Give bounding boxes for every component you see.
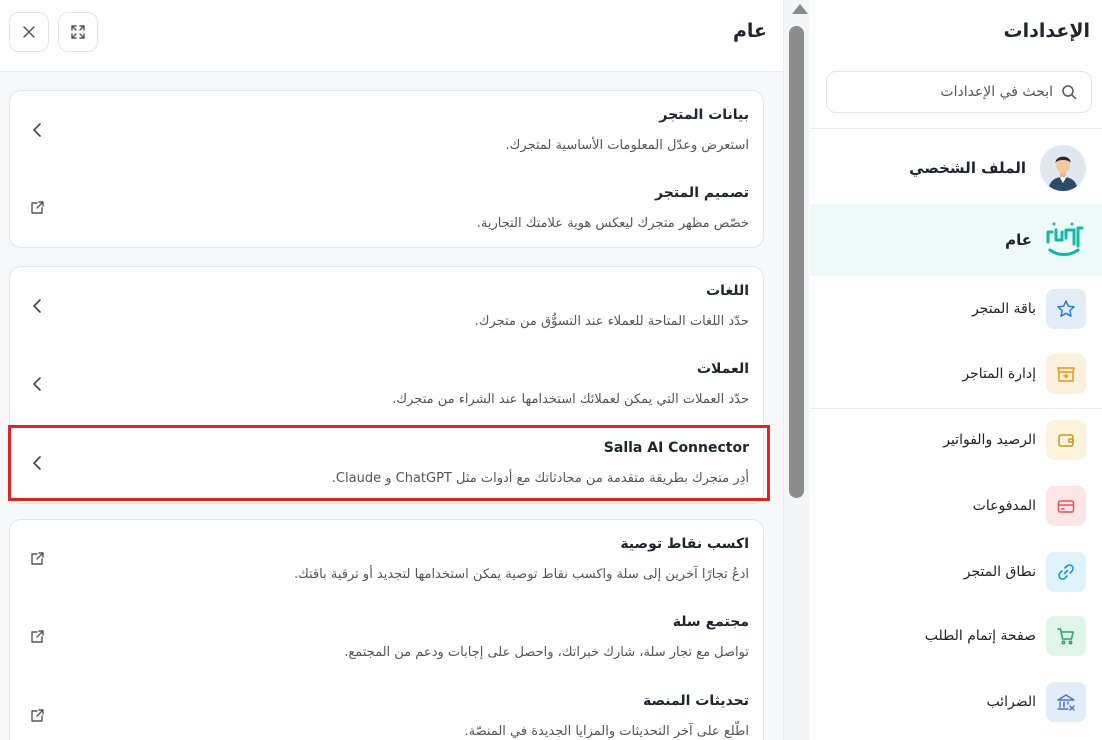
card-icon	[1046, 486, 1086, 526]
row-description: حدّد اللغات المتاحة للعملاء عند التسوُّق…	[474, 314, 749, 329]
row-description: تواصل مع تجار سلة، شارك خبراتك، واحصل عل…	[344, 645, 749, 660]
close-button[interactable]	[9, 12, 49, 52]
sidebar-item-label: الضرائب	[986, 694, 1036, 710]
row-title: العملات	[696, 361, 749, 377]
external-link-icon[interactable]	[28, 628, 46, 646]
sidebar-title: الإعدادات	[1003, 20, 1090, 42]
highlight-box	[8, 425, 770, 501]
external-link-icon[interactable]	[28, 199, 46, 217]
link-icon	[1046, 552, 1086, 592]
settings-row-currencies[interactable]: العملات حدّد العملات التي يمكن لعملائك ا…	[10, 345, 765, 423]
settings-row-referral[interactable]: اكسب نقاط توصية ادعُ تجارًا آخرين إلى سل…	[10, 520, 765, 598]
sidebar-item-label: صفحة إتمام الطلب	[924, 628, 1036, 644]
row-title: بيانات المتجر	[659, 107, 749, 123]
external-link-icon[interactable]	[28, 707, 46, 725]
profile-label: الملف الشخصي	[909, 159, 1026, 177]
wallet-icon	[1046, 420, 1086, 460]
scroll-thumb[interactable]	[789, 26, 804, 498]
sidebar-item-label: عام	[1005, 231, 1032, 249]
row-description: حدّد العملات التي يمكن لعملائك استخدامها…	[392, 392, 749, 407]
chevron-left-icon[interactable]	[28, 297, 46, 315]
sidebar-item-store-management[interactable]: إدارة المتاجر	[810, 342, 1102, 406]
star-icon	[1046, 289, 1086, 329]
search-icon	[1062, 85, 1077, 100]
sidebar-item-payments[interactable]: المدفوعات	[810, 474, 1102, 538]
row-title: تصميم المتجر	[655, 185, 749, 201]
store-manage-icon	[1046, 354, 1086, 394]
scrollbar[interactable]	[783, 0, 809, 740]
settings-row-store-data[interactable]: بيانات المتجر استعرض وعدّل المعلومات الأ…	[10, 91, 765, 169]
settings-row-languages[interactable]: اللغات حدّد اللغات المتاحة للعملاء عند ا…	[10, 267, 765, 345]
expand-button[interactable]	[58, 12, 98, 52]
sidebar-item-store-plan[interactable]: باقة المتجر	[810, 277, 1102, 341]
settings-window: عام بيانات المتجر استعرض وعدّل المعلومات…	[0, 0, 1102, 740]
settings-row-store-design[interactable]: تصميم المتجر خصّص مظهر متجرك ليعكس هوية …	[10, 169, 765, 247]
row-title: اكسب نقاط توصية	[620, 536, 749, 552]
sidebar-item-taxes[interactable]: الضرائب	[810, 670, 1102, 734]
cart-icon	[1046, 616, 1086, 656]
settings-sidebar: الإعدادات الملف الشخصي	[810, 0, 1102, 740]
row-description: استعرض وعدّل المعلومات الأساسية لمتجرك.	[505, 138, 749, 153]
community-card: اكسب نقاط توصية ادعُ تجارًا آخرين إلى سل…	[9, 519, 764, 740]
sidebar-item-balance-invoices[interactable]: الرصيد والفواتير	[810, 408, 1102, 472]
sidebar-item-label: باقة المتجر	[971, 301, 1036, 317]
general-settings-panel: عام بيانات المتجر استعرض وعدّل المعلومات…	[0, 0, 783, 740]
row-title: اللغات	[706, 283, 749, 299]
sidebar-item-label: الرصيد والفواتير	[943, 432, 1036, 448]
panel-title: عام	[732, 20, 767, 42]
row-description: ادعُ تجارًا آخرين إلى سلة واكسب نقاط توص…	[293, 567, 749, 582]
chevron-left-icon[interactable]	[28, 121, 46, 139]
sidebar-item-checkout-page[interactable]: صفحة إتمام الطلب	[810, 604, 1102, 668]
settings-search[interactable]	[826, 71, 1092, 113]
row-title: مجتمع سلة	[672, 614, 749, 630]
search-input[interactable]	[853, 84, 1053, 100]
scroll-up-arrow-icon[interactable]	[792, 4, 808, 14]
sidebar-item-label: إدارة المتاجر	[962, 366, 1036, 382]
sidebar-item-store-domain[interactable]: نطاق المتجر	[810, 540, 1102, 604]
store-info-card: بيانات المتجر استعرض وعدّل المعلومات الأ…	[9, 90, 764, 248]
expand-icon	[71, 25, 85, 39]
sidebar-item-label: نطاق المتجر	[963, 564, 1036, 580]
avatar	[1040, 145, 1086, 191]
chevron-left-icon[interactable]	[28, 375, 46, 393]
row-description: اطّلع على آخر التحديثات والمزايا الجديدة…	[464, 724, 749, 739]
external-link-icon[interactable]	[28, 550, 46, 568]
settings-row-community[interactable]: مجتمع سلة تواصل مع تجار سلة، شارك خبراتك…	[10, 598, 765, 676]
tax-icon	[1046, 682, 1086, 722]
store-logo-icon	[1042, 218, 1086, 262]
close-icon	[23, 26, 35, 38]
row-title: تحديثات المنصة	[642, 693, 749, 709]
panel-header: عام	[0, 0, 783, 72]
divider	[810, 128, 1102, 129]
sidebar-item-profile[interactable]: الملف الشخصي	[810, 140, 1102, 196]
sidebar-item-label: المدفوعات	[972, 498, 1036, 514]
settings-row-updates[interactable]: تحديثات المنصة اطّلع على آخر التحديثات و…	[10, 677, 765, 740]
row-description: خصّص مظهر متجرك ليعكس هوية علامتك التجار…	[476, 216, 749, 231]
sidebar-item-general[interactable]: عام	[810, 204, 1102, 276]
